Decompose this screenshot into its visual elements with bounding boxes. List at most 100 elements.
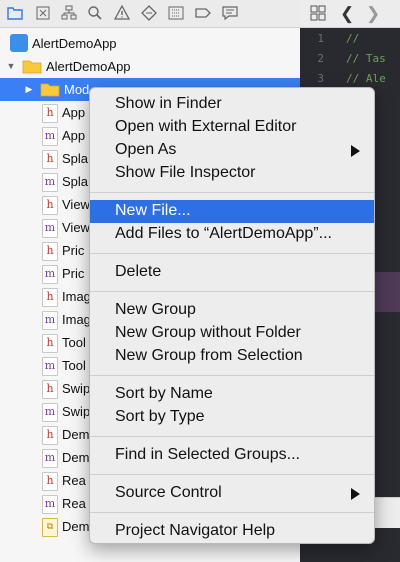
menu-open-as[interactable]: Open As [90,139,374,162]
header-file-icon: h [42,150,58,169]
menu-delete[interactable]: Delete [90,261,374,284]
source-control-icon[interactable] [34,4,52,22]
menu-separator [90,436,374,437]
tree-item-label: Rea [62,473,86,488]
menu-separator [90,291,374,292]
menu-show-in-finder[interactable]: Show in Finder [90,93,374,116]
project-icon [10,34,28,52]
menu-new-group-from-selection[interactable]: New Group from Selection [90,345,374,368]
folder-icon [22,60,42,74]
tree-item-label: Swip [62,381,91,396]
menu-item-label: Find in Selected Groups... [115,446,300,463]
tree-item-label: Rea [62,496,86,511]
tree-item[interactable]: ▼ AlertDemoApp [0,55,300,78]
menu-item-label: Project Navigator Help [115,522,276,539]
implementation-file-icon: m [42,173,58,192]
context-menu: Show in Finder Open with External Editor O… [89,87,375,544]
implementation-file-icon: m [42,403,58,422]
menu-item-label: Show File Inspector [115,164,256,181]
implementation-file-icon: m [42,219,58,238]
menu-sort-by-type[interactable]: Sort by Type [90,406,374,429]
test-icon[interactable] [140,4,158,22]
header-file-icon: h [42,334,58,353]
menu-separator [90,253,374,254]
menu-new-group-without-folder[interactable]: New Group without Folder [90,322,374,345]
menu-item-label: Source Control [115,484,222,501]
tree-item-label: Tool [62,358,86,373]
report-icon[interactable] [221,4,239,22]
code-text: // Ale [346,72,386,85]
tree-item-label: Imag [62,289,91,304]
menu-item-label: New Group without Folder [115,324,301,341]
menu-item-label: Add Files to “AlertDemoApp”... [115,225,332,242]
tree-item-label: Mod [64,82,90,97]
tree-item-label: Imag [62,312,91,327]
menu-open-external-editor[interactable]: Open with External Editor [90,116,374,139]
warning-icon[interactable] [113,4,131,22]
header-file-icon: h [42,196,58,215]
menu-item-label: Sort by Type [115,408,205,425]
tree-item-label: Spla [62,174,89,189]
hierarchy-icon[interactable] [60,4,78,22]
tree-item[interactable]: AlertDemoApp [0,32,300,55]
menu-new-file[interactable]: New File... [90,200,374,223]
menu-item-label: Show in Finder [115,95,222,112]
tree-item-label: Swip [62,404,91,419]
header-file-icon: h [42,104,58,123]
tree-item-label: App [62,128,86,143]
forward-chevron-icon[interactable]: ❯ [366,4,380,24]
header-file-icon: h [42,288,58,307]
menu-item-label: New File... [115,202,191,219]
tree-item-label: App [62,105,86,120]
navigator-toolbar [0,0,300,28]
menu-find-in-selected-groups[interactable]: Find in Selected Groups... [90,444,374,467]
search-icon[interactable] [86,4,104,22]
folder-icon[interactable] [6,4,24,22]
menu-item-label: Sort by Name [115,385,213,402]
line-number: 2 [317,52,324,65]
implementation-file-icon: m [42,495,58,514]
tree-item-label: Dem [62,450,90,465]
implementation-file-icon: m [42,449,58,468]
header-file-icon: h [42,380,58,399]
menu-project-navigator-help[interactable]: Project Navigator Help [90,520,374,543]
menu-item-label: New Group from Selection [115,347,303,364]
menu-separator [90,512,374,513]
menu-add-files[interactable]: Add Files to “AlertDemoApp”... [90,223,374,246]
header-file-icon: h [42,426,58,445]
implementation-file-icon: m [42,357,58,376]
header-file-icon: h [42,472,58,491]
menu-sort-by-name[interactable]: Sort by Name [90,383,374,406]
submenu-arrow-icon [351,488,360,500]
submenu-arrow-icon [351,145,360,157]
menu-item-label: New Group [115,301,196,318]
debug-icon[interactable] [167,4,185,22]
tree-item-label: AlertDemoApp [46,59,131,74]
disclosure-collapsed-icon[interactable]: ▶ [24,84,34,94]
tree-item-label: Pric [62,266,85,281]
implementation-file-icon: m [42,265,58,284]
code-line: 2 // Tas [300,52,400,72]
disclosure-expanded-icon[interactable]: ▼ [6,61,16,71]
tree-item-label: Dem [62,427,90,442]
back-chevron-icon[interactable]: ❮ [340,4,354,24]
tree-item-label: Spla [62,151,89,166]
menu-separator [90,192,374,193]
menu-separator [90,375,374,376]
tree-item-label: View [62,220,90,235]
menu-separator [90,474,374,475]
related-items-icon[interactable] [310,5,326,26]
menu-source-control[interactable]: Source Control [90,482,374,505]
menu-new-group[interactable]: New Group [90,299,374,322]
breakpoint-icon[interactable] [194,4,212,22]
code-text: // [346,32,360,45]
line-number: 3 [317,72,324,85]
code-text: // Tas [346,52,386,65]
tree-item-label: Pric [62,243,85,258]
tree-item-label: View [62,197,90,212]
menu-item-label: Delete [115,263,162,280]
line-number: 1 [317,32,324,45]
menu-show-file-inspector[interactable]: Show File Inspector [90,162,374,185]
menu-item-label: Open As [115,141,177,158]
xib-file-icon: ⧉ [42,518,58,537]
